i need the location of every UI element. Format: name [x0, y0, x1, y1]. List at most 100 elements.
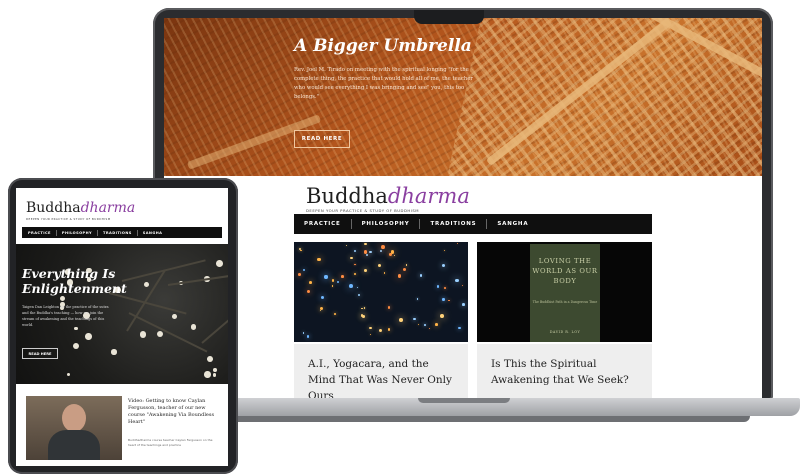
blossom — [111, 349, 117, 355]
nav-sangha[interactable]: SANGHA — [143, 231, 163, 235]
network-node-glow — [320, 309, 322, 311]
network-node-glow — [320, 306, 324, 310]
nav-traditions[interactable]: TRADITIONS — [103, 231, 132, 235]
network-node-glow — [387, 306, 390, 309]
blossom — [204, 371, 211, 378]
network-node-glow — [402, 267, 406, 271]
nav-philosophy[interactable]: PHILOSOPHY — [62, 231, 92, 235]
laptop-screen: A Bigger Umbrella Rev. Joel M. Tirado on… — [164, 18, 762, 398]
book-cover: LOVING THE WORLD AS OUR BODY The Buddhis… — [530, 244, 600, 342]
tree-branch — [201, 288, 228, 344]
network-node-glow — [419, 274, 422, 277]
network-node-glow — [317, 257, 321, 262]
article-card[interactable]: Is This the Spiritual Awakening that We … — [477, 344, 652, 398]
site-logo[interactable]: Buddhadharma — [306, 184, 470, 208]
network-node-glow — [424, 324, 427, 327]
blossom — [156, 330, 163, 337]
network-node-glow — [458, 327, 461, 330]
video-meta: Buddhadharma course teacher Caylan Fergu… — [128, 438, 213, 447]
book-subtitle: The Buddhist Path in a Dangerous Time — [532, 300, 598, 304]
book-author: DAVID R. LOY — [549, 330, 581, 334]
article-image-book-cover[interactable]: LOVING THE WORLD AS OUR BODY The Buddhis… — [477, 242, 652, 342]
nav-divider — [419, 219, 421, 229]
network-node-glow — [369, 333, 371, 336]
blossom — [60, 295, 66, 302]
article-card[interactable]: A.I., Yogacara, and the Mind That Was Ne… — [294, 344, 468, 398]
laptop-shadow — [190, 416, 750, 422]
nav-philosophy[interactable]: PHILOSOPHY — [362, 221, 410, 227]
article-title[interactable]: A.I., Yogacara, and the Mind That Was Ne… — [308, 356, 458, 398]
blossom — [85, 333, 92, 340]
network-node-glow — [417, 298, 419, 300]
nav-practice[interactable]: PRACTICE — [304, 221, 341, 227]
network-node-glow — [462, 302, 465, 306]
network-node-glow — [405, 264, 408, 266]
network-node-glow — [341, 275, 345, 278]
logo-accent: dharma — [80, 200, 136, 216]
network-node-glow — [336, 280, 340, 284]
network-node-glow — [364, 307, 366, 309]
network-node-glow — [448, 299, 451, 302]
blossom — [73, 343, 80, 350]
network-node-glow — [442, 298, 445, 301]
article-title[interactable]: Is This the Spiritual Awakening that We … — [491, 356, 641, 388]
network-node-glow — [354, 264, 356, 266]
network-node-glow — [353, 249, 356, 252]
book-title: LOVING THE WORLD AS OUR BODY — [532, 257, 598, 285]
network-node-glow — [369, 326, 372, 330]
network-node-glow — [324, 275, 328, 279]
site-logo[interactable]: Buddhadharma — [26, 200, 135, 216]
blossom — [139, 330, 147, 338]
network-node-glow — [307, 289, 310, 293]
network-node-glow — [364, 242, 367, 246]
network-node-glow — [461, 284, 464, 287]
network-node-glow — [397, 274, 402, 278]
network-node-glow — [377, 264, 381, 268]
read-here-button[interactable]: READ HERE — [294, 130, 350, 148]
blossom — [213, 368, 218, 372]
network-node-glow — [443, 249, 445, 252]
site-tagline: DEEPEN YOUR PRACTICE & STUDY OF BUDDHISM — [26, 217, 111, 221]
blossom — [212, 372, 217, 377]
network-node-glow — [302, 268, 306, 272]
article-image-neural-network[interactable] — [294, 242, 468, 342]
logo-main: Buddha — [306, 184, 388, 208]
network-node-glow — [358, 293, 361, 297]
blossom — [215, 259, 223, 267]
network-node-glow — [331, 279, 335, 282]
network-node-glow — [332, 285, 334, 287]
network-node-glow — [368, 250, 372, 254]
network-node-glow — [428, 328, 431, 330]
network-node-glow — [349, 284, 354, 288]
nav-traditions[interactable]: TRADITIONS — [430, 221, 476, 227]
teacher-portrait-body — [48, 430, 100, 460]
network-node-glow — [381, 245, 386, 250]
network-node-glow — [363, 269, 367, 273]
woven-ceiling-image — [442, 18, 762, 176]
video-thumbnail[interactable] — [26, 396, 122, 460]
nav-divider — [136, 229, 138, 236]
video-title[interactable]: Video: Getting to know Caylan Fergusson,… — [128, 398, 224, 426]
network-node-glow — [440, 313, 445, 318]
network-node-glow — [441, 264, 445, 268]
laptop-opening-groove — [418, 398, 510, 403]
read-here-button[interactable]: READ HERE — [22, 348, 58, 359]
network-node-glow — [393, 254, 396, 257]
network-node-glow — [455, 278, 459, 283]
network-node-glow — [302, 332, 305, 334]
network-node-glow — [298, 247, 301, 250]
network-node-glow — [417, 323, 420, 326]
network-node-glow — [413, 317, 416, 321]
blossom — [67, 372, 71, 376]
network-node-glow — [399, 317, 404, 322]
blossom — [190, 323, 197, 330]
nav-divider — [97, 229, 98, 236]
network-node-glow — [334, 313, 337, 316]
network-node-glow — [356, 286, 358, 288]
hero-description: Rev. Joel M. Tirado on meeting with the … — [294, 67, 473, 100]
hero-banner: Everything Is Enlightenment Taigen Dan L… — [16, 244, 228, 384]
network-node-glow — [298, 273, 301, 276]
network-node-glow — [380, 249, 383, 252]
nav-practice[interactable]: PRACTICE — [28, 231, 51, 235]
nav-sangha[interactable]: SANGHA — [497, 221, 528, 227]
